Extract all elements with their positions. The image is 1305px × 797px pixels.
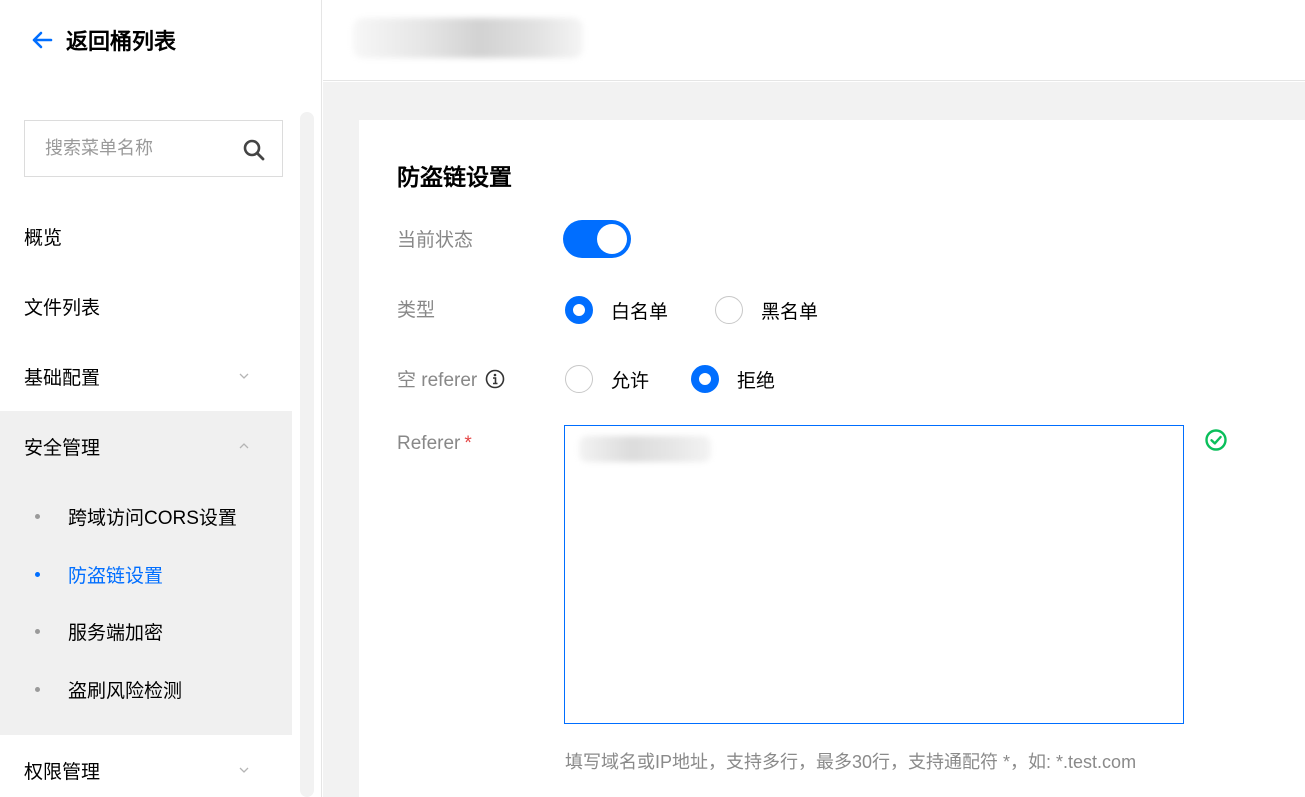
chevron-down-icon: [239, 373, 249, 379]
radio-unchecked-icon: [715, 296, 743, 324]
radio-label: 白名单: [611, 301, 669, 323]
type-label: 类型: [397, 295, 435, 322]
toggle-knob: [597, 224, 627, 254]
sidebar-item-label: 基础配置: [24, 367, 101, 389]
radio-label: 拒绝: [737, 370, 776, 392]
sub-item-label: 防盗链设置: [68, 565, 164, 587]
sidebar-item-permissions[interactable]: 权限管理: [0, 735, 292, 797]
content-area: 防盗链设置 当前状态 类型 白名单 黑名单 空 referer 允许 拒绝 Re…: [323, 82, 1305, 797]
bullet-dot: [35, 687, 40, 692]
menu-search-input[interactable]: [45, 138, 235, 159]
radio-unchecked-icon: [565, 365, 593, 393]
sidebar-item-label: 权限管理: [24, 761, 101, 783]
hotlink-settings-card: 防盗链设置 当前状态 类型 白名单 黑名单 空 referer 允许 拒绝 Re…: [359, 120, 1305, 797]
status-label-text: 当前状态: [397, 230, 474, 251]
empty-referer-radio-deny[interactable]: 拒绝: [691, 365, 775, 393]
radio-checked-icon: [565, 296, 593, 324]
type-label-text: 类型: [397, 300, 436, 321]
empty-referer-label-text: 空 referer: [397, 370, 478, 391]
chevron-down-icon: [239, 767, 249, 773]
sub-item-hotlink-protection[interactable]: 防盗链设置: [0, 546, 292, 602]
type-radio-whitelist[interactable]: 白名单: [565, 296, 668, 324]
back-to-bucket-list-link[interactable]: 返回桶列表: [30, 24, 176, 56]
type-radio-blacklist[interactable]: 黑名单: [715, 296, 818, 324]
top-bar: [323, 0, 1305, 81]
bullet-dot: [35, 629, 40, 634]
referer-label-text: Referer: [397, 433, 461, 454]
radio-label: 允许: [611, 370, 650, 392]
sub-item-label: 服务端加密: [68, 622, 164, 644]
menu-search: [24, 120, 283, 177]
bullet-dot: [35, 572, 40, 577]
search-icon[interactable]: [242, 138, 266, 162]
radio-label: 黑名单: [761, 301, 819, 323]
referer-textarea[interactable]: [564, 425, 1184, 724]
sub-item-server-encryption[interactable]: 服务端加密: [0, 603, 292, 659]
bucket-name-redacted: [353, 18, 583, 58]
info-icon[interactable]: [485, 369, 505, 389]
chevron-up-icon: [239, 443, 249, 449]
radio-checked-icon: [691, 365, 719, 393]
referer-hint: 填写域名或IP地址，支持多行，最多30行，支持通配符 *，如: *.test.c…: [565, 752, 1137, 772]
sub-item-label: 跨域访问CORS设置: [68, 507, 237, 529]
sub-item-label: 盗刷风险检测: [68, 680, 183, 702]
sidebar-item-security[interactable]: 安全管理: [0, 411, 292, 481]
sidebar-item-label: 安全管理: [24, 437, 101, 459]
empty-referer-radio-allow[interactable]: 允许: [565, 365, 649, 393]
check-circle-icon: [1205, 429, 1227, 451]
sidebar: 返回桶列表 概览 文件列表 基础配置 安全管理 跨域访问CORS设置 防盗链设置: [0, 0, 322, 797]
back-label: 返回桶列表: [66, 29, 177, 54]
sidebar-item-label: 概览: [24, 227, 63, 249]
sidebar-scrollbar[interactable]: [300, 112, 314, 797]
sub-item-cors[interactable]: 跨域访问CORS设置: [0, 488, 292, 544]
arrow-left-icon: [32, 31, 53, 49]
referer-label: Referer *: [397, 433, 472, 455]
page-title: 防盗链设置: [397, 164, 512, 190]
referer-value-redacted: [579, 436, 711, 462]
bullet-dot: [35, 514, 40, 519]
sidebar-item-basic-config[interactable]: 基础配置: [0, 341, 292, 411]
sidebar-item-file-list[interactable]: 文件列表: [0, 271, 292, 341]
sidebar-item-label: 文件列表: [24, 297, 101, 319]
sub-item-abuse-detection[interactable]: 盗刷风险检测: [0, 661, 292, 717]
empty-referer-label: 空 referer: [397, 365, 505, 392]
sidebar-item-overview[interactable]: 概览: [0, 201, 292, 271]
required-mark: *: [464, 433, 472, 454]
status-toggle[interactable]: [563, 220, 631, 258]
status-label: 当前状态: [397, 225, 473, 252]
